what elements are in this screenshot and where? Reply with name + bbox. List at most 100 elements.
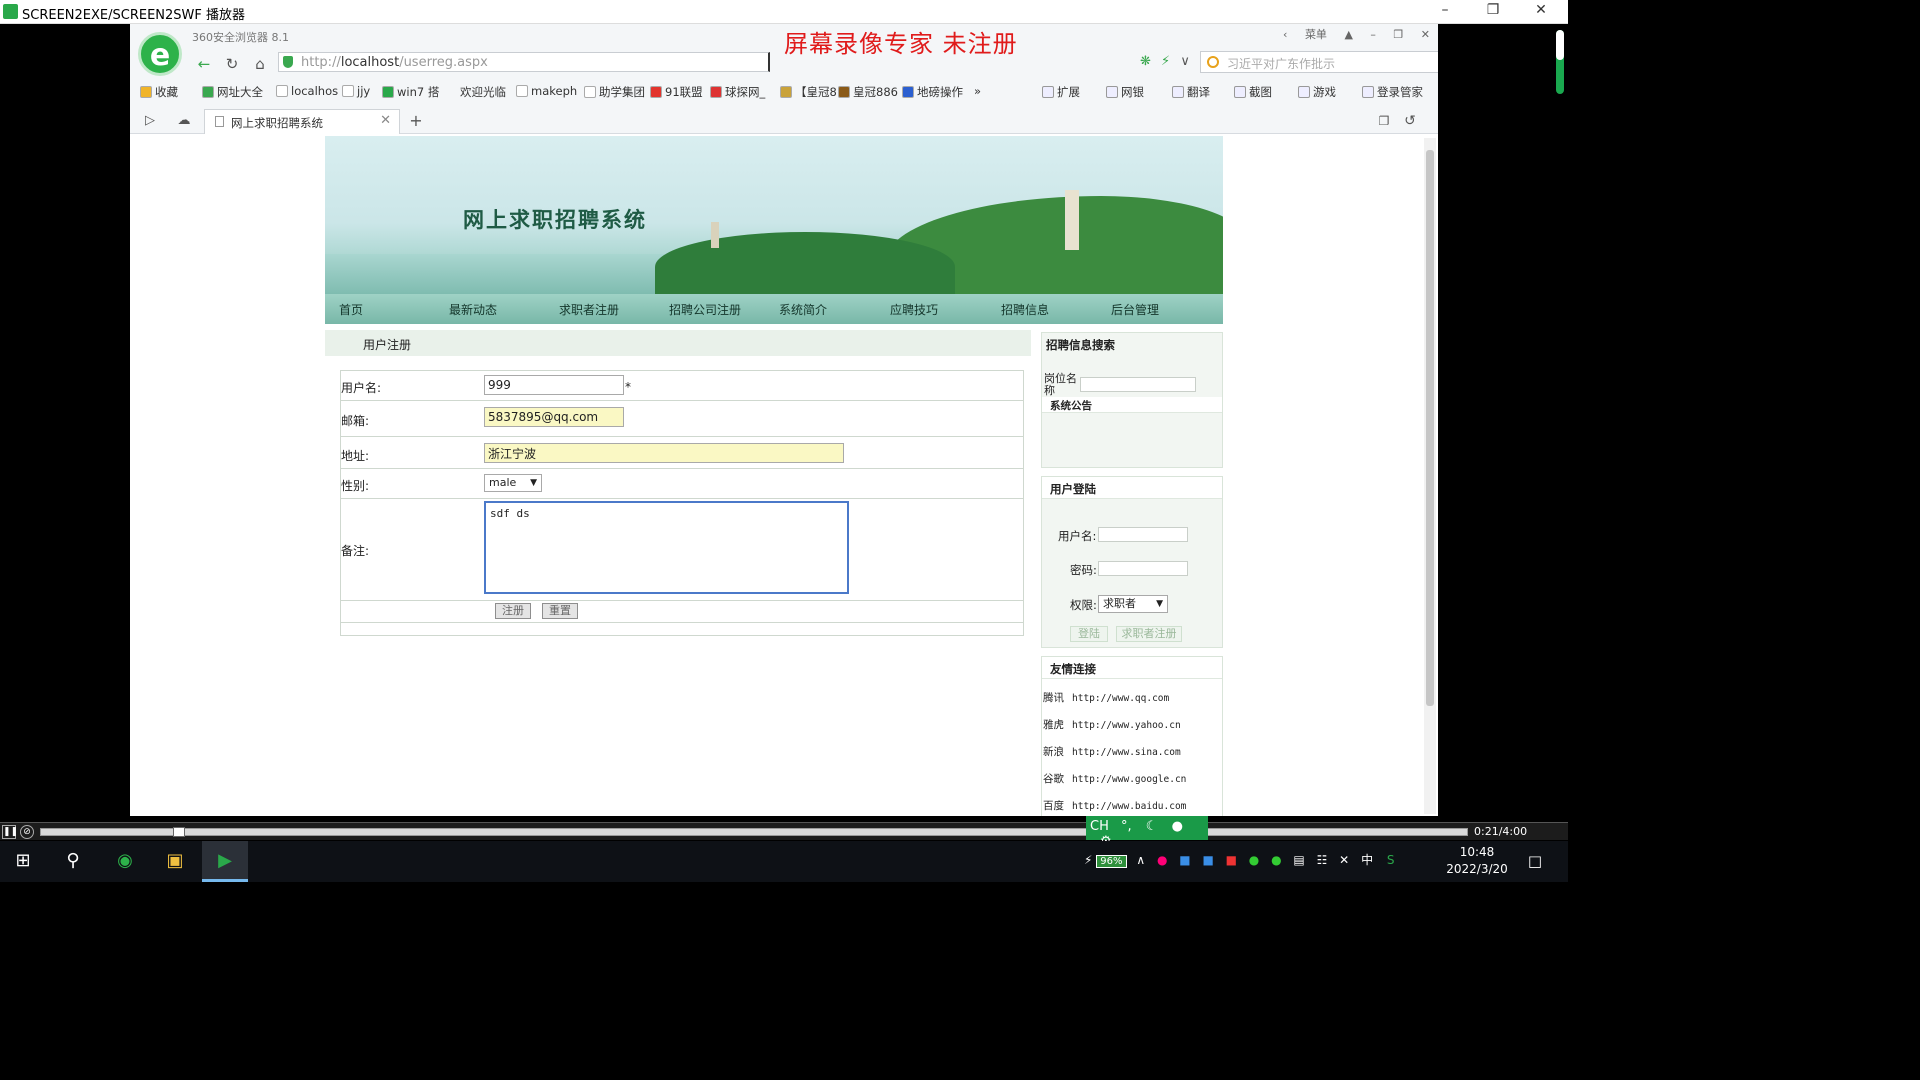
role-select[interactable]: 求职者 ▼ xyxy=(1098,595,1168,613)
friend-link[interactable]: 新浪 http://www.sina.com xyxy=(1043,744,1181,759)
search-icon[interactable]: ⚲ xyxy=(50,841,96,882)
note-textarea[interactable]: sdf ds xyxy=(484,501,849,594)
gender-select[interactable]: male ▼ xyxy=(484,474,542,492)
ime-toolbar[interactable]: CH °, ☾ ● ⚙ xyxy=(1086,816,1208,849)
toolbar-tool[interactable]: 游戏 xyxy=(1298,84,1336,100)
chevron-up-icon[interactable]: ∧ xyxy=(1136,853,1145,867)
site-menu-item[interactable]: 求职者注册 xyxy=(559,301,619,318)
browser-minimize-button[interactable]: – xyxy=(1370,28,1376,41)
address-bar[interactable]: http://localhost/userreg.aspx xyxy=(278,52,770,72)
chevron-down-icon[interactable]: ∨ xyxy=(1180,54,1190,69)
favorite-item[interactable]: 地磅操作 xyxy=(902,84,963,100)
favorite-item[interactable]: 91联盟 xyxy=(650,84,703,100)
network-icon[interactable]: ▤ xyxy=(1293,853,1304,867)
friend-link[interactable]: 百度 http://www.baidu.com xyxy=(1043,798,1186,813)
email-input[interactable] xyxy=(484,407,624,427)
browser-menu-button[interactable]: 菜单 xyxy=(1305,28,1327,41)
ime-punct-icon[interactable]: °, xyxy=(1121,819,1132,834)
username-input[interactable] xyxy=(484,375,624,395)
friend-link[interactable]: 雅虎 http://www.yahoo.cn xyxy=(1043,717,1181,732)
favorite-item[interactable]: win7 搭 xyxy=(382,84,439,100)
scrollbar-thumb[interactable] xyxy=(1426,150,1434,706)
friend-link[interactable]: 腾讯 http://www.qq.com xyxy=(1043,690,1169,705)
favorite-item[interactable]: makeph xyxy=(516,84,577,98)
seek-thumb[interactable] xyxy=(173,827,185,837)
pause-icon[interactable]: ❚❚ xyxy=(2,825,18,839)
home-icon[interactable]: ⌂ xyxy=(250,54,270,74)
favorite-item[interactable]: 皇冠886 xyxy=(838,84,898,100)
player-taskbar-icon[interactable]: ▶ xyxy=(202,841,248,882)
favorite-item[interactable]: jjy xyxy=(342,84,370,98)
seek-bar[interactable] xyxy=(40,827,1468,837)
plug-icon[interactable]: ⚡ xyxy=(1084,853,1092,867)
browser-close-button[interactable]: ✕ xyxy=(1421,28,1430,41)
system-clock[interactable]: 10:48 2022/3/20 xyxy=(1440,844,1514,878)
new-tab-button[interactable]: + xyxy=(406,111,426,131)
login-password-input[interactable] xyxy=(1098,561,1188,576)
tab-close-icon[interactable]: ✕ xyxy=(380,113,391,128)
toolbar-tool[interactable]: 网银 xyxy=(1106,84,1144,100)
cloud-icon[interactable]: ☁ xyxy=(174,111,194,131)
skin-icon[interactable]: ▲ xyxy=(1344,28,1352,41)
browser-taskbar-icon[interactable]: ◉ xyxy=(102,841,148,882)
search-input[interactable]: 习近平对广东作批示 ⚲ xyxy=(1200,51,1438,73)
close-button[interactable]: ✕ xyxy=(1518,2,1564,22)
site-menu-item[interactable]: 最新动态 xyxy=(449,301,497,318)
stop-icon[interactable]: ⊘ xyxy=(20,825,34,839)
submit-button[interactable]: 注册 xyxy=(495,603,531,619)
reset-button[interactable]: 重置 xyxy=(542,603,578,619)
security-tray-icon[interactable]: ■ xyxy=(1226,853,1237,867)
sogou-icon[interactable]: S xyxy=(1387,853,1395,867)
site-menu-item[interactable]: 后台管理 xyxy=(1111,301,1159,318)
browser-restore-button[interactable]: ❐ xyxy=(1393,28,1403,41)
toolbar-tool[interactable]: 扩展 xyxy=(1042,84,1080,100)
favorite-item[interactable]: localhos xyxy=(276,84,338,98)
qq-icon[interactable]: ● xyxy=(1157,853,1167,867)
wechat-icon[interactable]: ● xyxy=(1249,853,1259,867)
address-input[interactable] xyxy=(484,443,844,463)
ime-language[interactable]: 中 xyxy=(1361,853,1373,867)
volume-muted-icon[interactable]: ✕ xyxy=(1339,853,1349,867)
favorite-item[interactable]: 【皇冠8 xyxy=(780,84,837,100)
sidebar-toggle-icon[interactable]: ▷ xyxy=(140,111,160,131)
more-favorites-icon[interactable]: » xyxy=(974,84,981,98)
site-menu-item[interactable]: 招聘公司注册 xyxy=(669,301,741,318)
notification-icon[interactable]: □ xyxy=(1512,841,1558,882)
friend-link[interactable]: 谷歌 http://www.google.cn xyxy=(1043,771,1186,786)
tab-list-icon[interactable]: ❐ xyxy=(1374,111,1394,131)
login-username-input[interactable] xyxy=(1098,527,1188,542)
wechat-icon-2[interactable]: ● xyxy=(1271,853,1281,867)
back-arrow-icon[interactable]: ‹ xyxy=(1283,28,1287,41)
back-icon[interactable]: ← xyxy=(194,54,214,74)
favorite-item[interactable]: 收藏 xyxy=(140,84,178,100)
app-tray-icon[interactable]: ■ xyxy=(1179,853,1190,867)
lightning-icon[interactable]: ⚡ xyxy=(1161,54,1170,69)
favorite-item[interactable]: 欢迎光临 xyxy=(460,84,506,100)
site-menu-item[interactable]: 招聘信息 xyxy=(1001,301,1049,318)
file-explorer-icon[interactable]: ▣ xyxy=(152,841,198,882)
site-menu-item[interactable]: 应聘技巧 xyxy=(890,301,938,318)
refresh-icon[interactable]: ↻ xyxy=(222,54,242,74)
wifi-icon[interactable]: ☷ xyxy=(1317,853,1328,867)
page-scrollbar[interactable] xyxy=(1424,138,1436,814)
moon-icon[interactable]: ☾ xyxy=(1146,819,1158,834)
minimize-button[interactable]: – xyxy=(1422,2,1468,22)
start-windows-icon[interactable]: ⊞ xyxy=(0,841,46,882)
user-icon[interactable]: ● xyxy=(1172,819,1183,834)
favorite-item[interactable]: 球探网_ xyxy=(710,84,765,100)
login-button[interactable]: 登陆 xyxy=(1070,626,1108,642)
toolbar-tool[interactable]: 截图 xyxy=(1234,84,1272,100)
toolbar-tool[interactable]: 翻译 xyxy=(1172,84,1210,100)
site-menu-item[interactable]: 系统简介 xyxy=(779,301,827,318)
tab-current[interactable]: 网上求职招聘系统 ✕ xyxy=(204,109,400,134)
favorite-item[interactable]: 助学集团 xyxy=(584,84,645,100)
restore-button[interactable]: ❐ xyxy=(1470,2,1516,22)
app-tray-icon-2[interactable]: ■ xyxy=(1202,853,1213,867)
site-menu-item[interactable]: 首页 xyxy=(339,301,363,318)
undo-close-icon[interactable]: ↺ xyxy=(1400,111,1420,131)
battery-indicator[interactable]: 96% xyxy=(1096,855,1127,868)
favorite-item[interactable]: 网址大全 xyxy=(202,84,263,100)
toolbar-tool[interactable]: 登录管家 xyxy=(1362,84,1423,100)
position-input[interactable] xyxy=(1080,377,1196,392)
jobseeker-register-button[interactable]: 求职者注册 xyxy=(1116,626,1182,642)
